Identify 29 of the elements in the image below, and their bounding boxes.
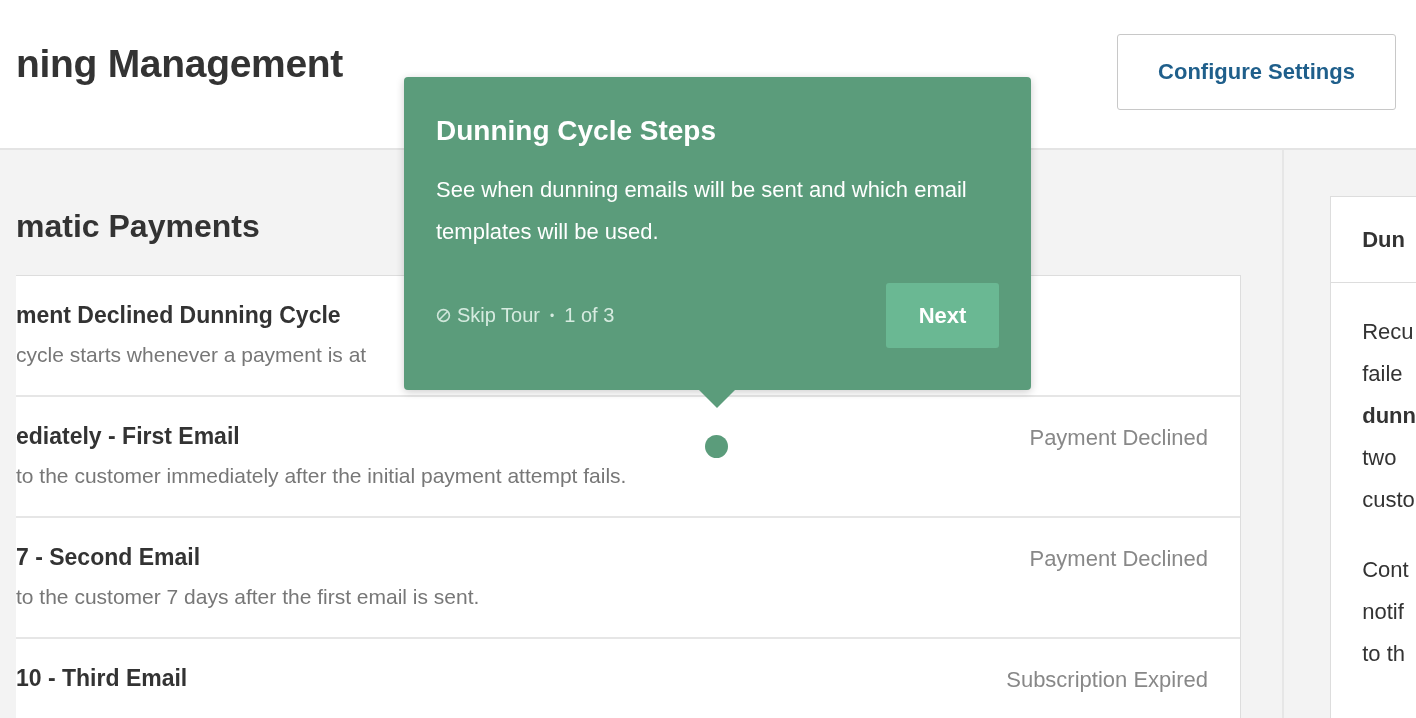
step-title: 7 - Second Email	[16, 544, 202, 571]
step-title: ediately - First Email	[16, 423, 241, 450]
step-description: to the customer 7 days after the first email is sent.	[16, 585, 480, 609]
panel-text-line: faile	[1362, 360, 1404, 388]
panel-text-line: Recu	[1362, 318, 1415, 346]
step-trigger: Subscription Expired	[1006, 666, 1208, 694]
tooltip-text: See when dunning emails will be sent and which email templates will be used.	[436, 176, 968, 246]
panel-text-line: custo	[1362, 486, 1416, 514]
step-description: to the customer immediately after the initial payment attempt fails.	[16, 464, 627, 488]
panel-text-line: notif	[1362, 598, 1405, 626]
tooltip-title: Dunning Cycle Steps	[436, 115, 718, 147]
panel-text-line: to th	[1362, 640, 1407, 668]
step-counter-text: 1 of 3	[564, 304, 615, 327]
panel-text-line: two	[1362, 444, 1398, 472]
skip-tour-link[interactable]: Skip Tour	[457, 304, 540, 327]
step-description: cycle starts whenever a payment is at	[16, 343, 367, 367]
page-title: ning Management	[16, 42, 344, 86]
panel-title: Dun	[1331, 197, 1416, 283]
panel-text-line: Cont	[1362, 556, 1410, 584]
section-title: matic Payments	[16, 208, 260, 245]
next-button[interactable]: Next	[886, 283, 999, 348]
step-title: 10 - Third Email	[16, 665, 188, 692]
step-trigger: Payment Declined	[1029, 424, 1208, 452]
separator-dot: •	[550, 308, 555, 323]
configure-settings-button[interactable]: Configure Settings	[1117, 33, 1396, 110]
step-title: ment Declined Dunning Cycle	[16, 302, 342, 329]
skip-icon	[436, 308, 451, 323]
panel-text-line: dunn	[1362, 402, 1416, 430]
step-trigger: Payment Declined	[1029, 545, 1208, 573]
